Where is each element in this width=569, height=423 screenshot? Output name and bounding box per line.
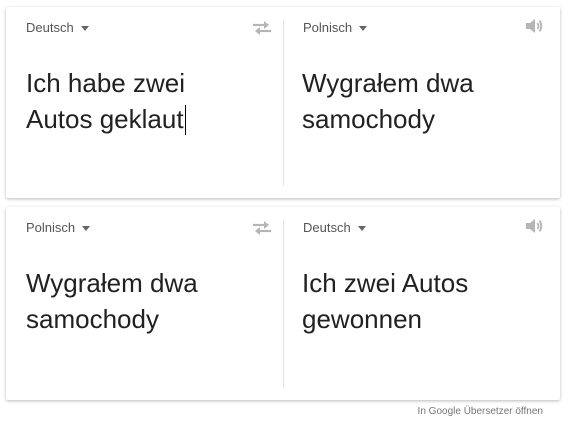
translation-text-line: samochody bbox=[302, 104, 435, 134]
translation-text-line: Ich zwei Autos bbox=[302, 268, 469, 298]
target-pane: Deutsch Ich zwei Autos gewonnen bbox=[284, 207, 560, 400]
source-text-line-content: Autos geklaut bbox=[26, 104, 184, 134]
chevron-down-icon bbox=[359, 25, 368, 31]
source-text-line: Ich habe zwei bbox=[26, 68, 185, 98]
translation-output: Ich zwei Autos gewonnen bbox=[302, 265, 542, 337]
translation-text-line: Wygrałem dwa bbox=[302, 68, 474, 98]
swap-languages-icon[interactable] bbox=[251, 219, 273, 237]
target-pane: Polnisch Wygrałem dwa samochody bbox=[284, 7, 560, 198]
translation-text-line: gewonnen bbox=[302, 304, 422, 334]
source-language-select[interactable]: Deutsch bbox=[26, 20, 89, 35]
source-pane: Polnisch Wygrałem dwa samochody bbox=[6, 207, 283, 400]
swap-languages-icon[interactable] bbox=[251, 19, 273, 37]
source-text-line: samochody bbox=[26, 304, 159, 334]
target-language-label: Deutsch bbox=[303, 220, 351, 235]
source-text-input[interactable]: Ich habe zwei Autos geklaut bbox=[26, 65, 266, 145]
open-in-google-translate-link[interactable]: In Google Übersetzer öffnen bbox=[418, 406, 543, 417]
source-language-label: Deutsch bbox=[26, 20, 74, 35]
source-text-line: Wygrałem dwa bbox=[26, 268, 198, 298]
chevron-down-icon bbox=[82, 225, 91, 231]
source-pane: Deutsch Ich habe zwei Autos geklaut bbox=[6, 7, 283, 198]
chevron-down-icon bbox=[80, 25, 89, 31]
source-language-label: Polnisch bbox=[26, 220, 76, 235]
target-language-label: Polnisch bbox=[303, 20, 353, 35]
target-language-select[interactable]: Deutsch bbox=[303, 220, 366, 235]
translation-output: Wygrałem dwa samochody bbox=[302, 65, 542, 137]
speaker-icon[interactable] bbox=[524, 217, 544, 235]
source-text-input[interactable]: Wygrałem dwa samochody bbox=[26, 265, 266, 345]
translation-card-top: Deutsch Ich habe zwei Autos geklaut Poln… bbox=[6, 7, 560, 198]
text-cursor bbox=[184, 105, 186, 135]
source-text-line: Autos geklaut bbox=[26, 101, 266, 137]
chevron-down-icon bbox=[357, 225, 366, 231]
source-language-select[interactable]: Polnisch bbox=[26, 220, 91, 235]
target-language-select[interactable]: Polnisch bbox=[303, 20, 368, 35]
translation-card-bottom: Polnisch Wygrałem dwa samochody Deutsch … bbox=[6, 207, 560, 400]
speaker-icon[interactable] bbox=[524, 17, 544, 35]
